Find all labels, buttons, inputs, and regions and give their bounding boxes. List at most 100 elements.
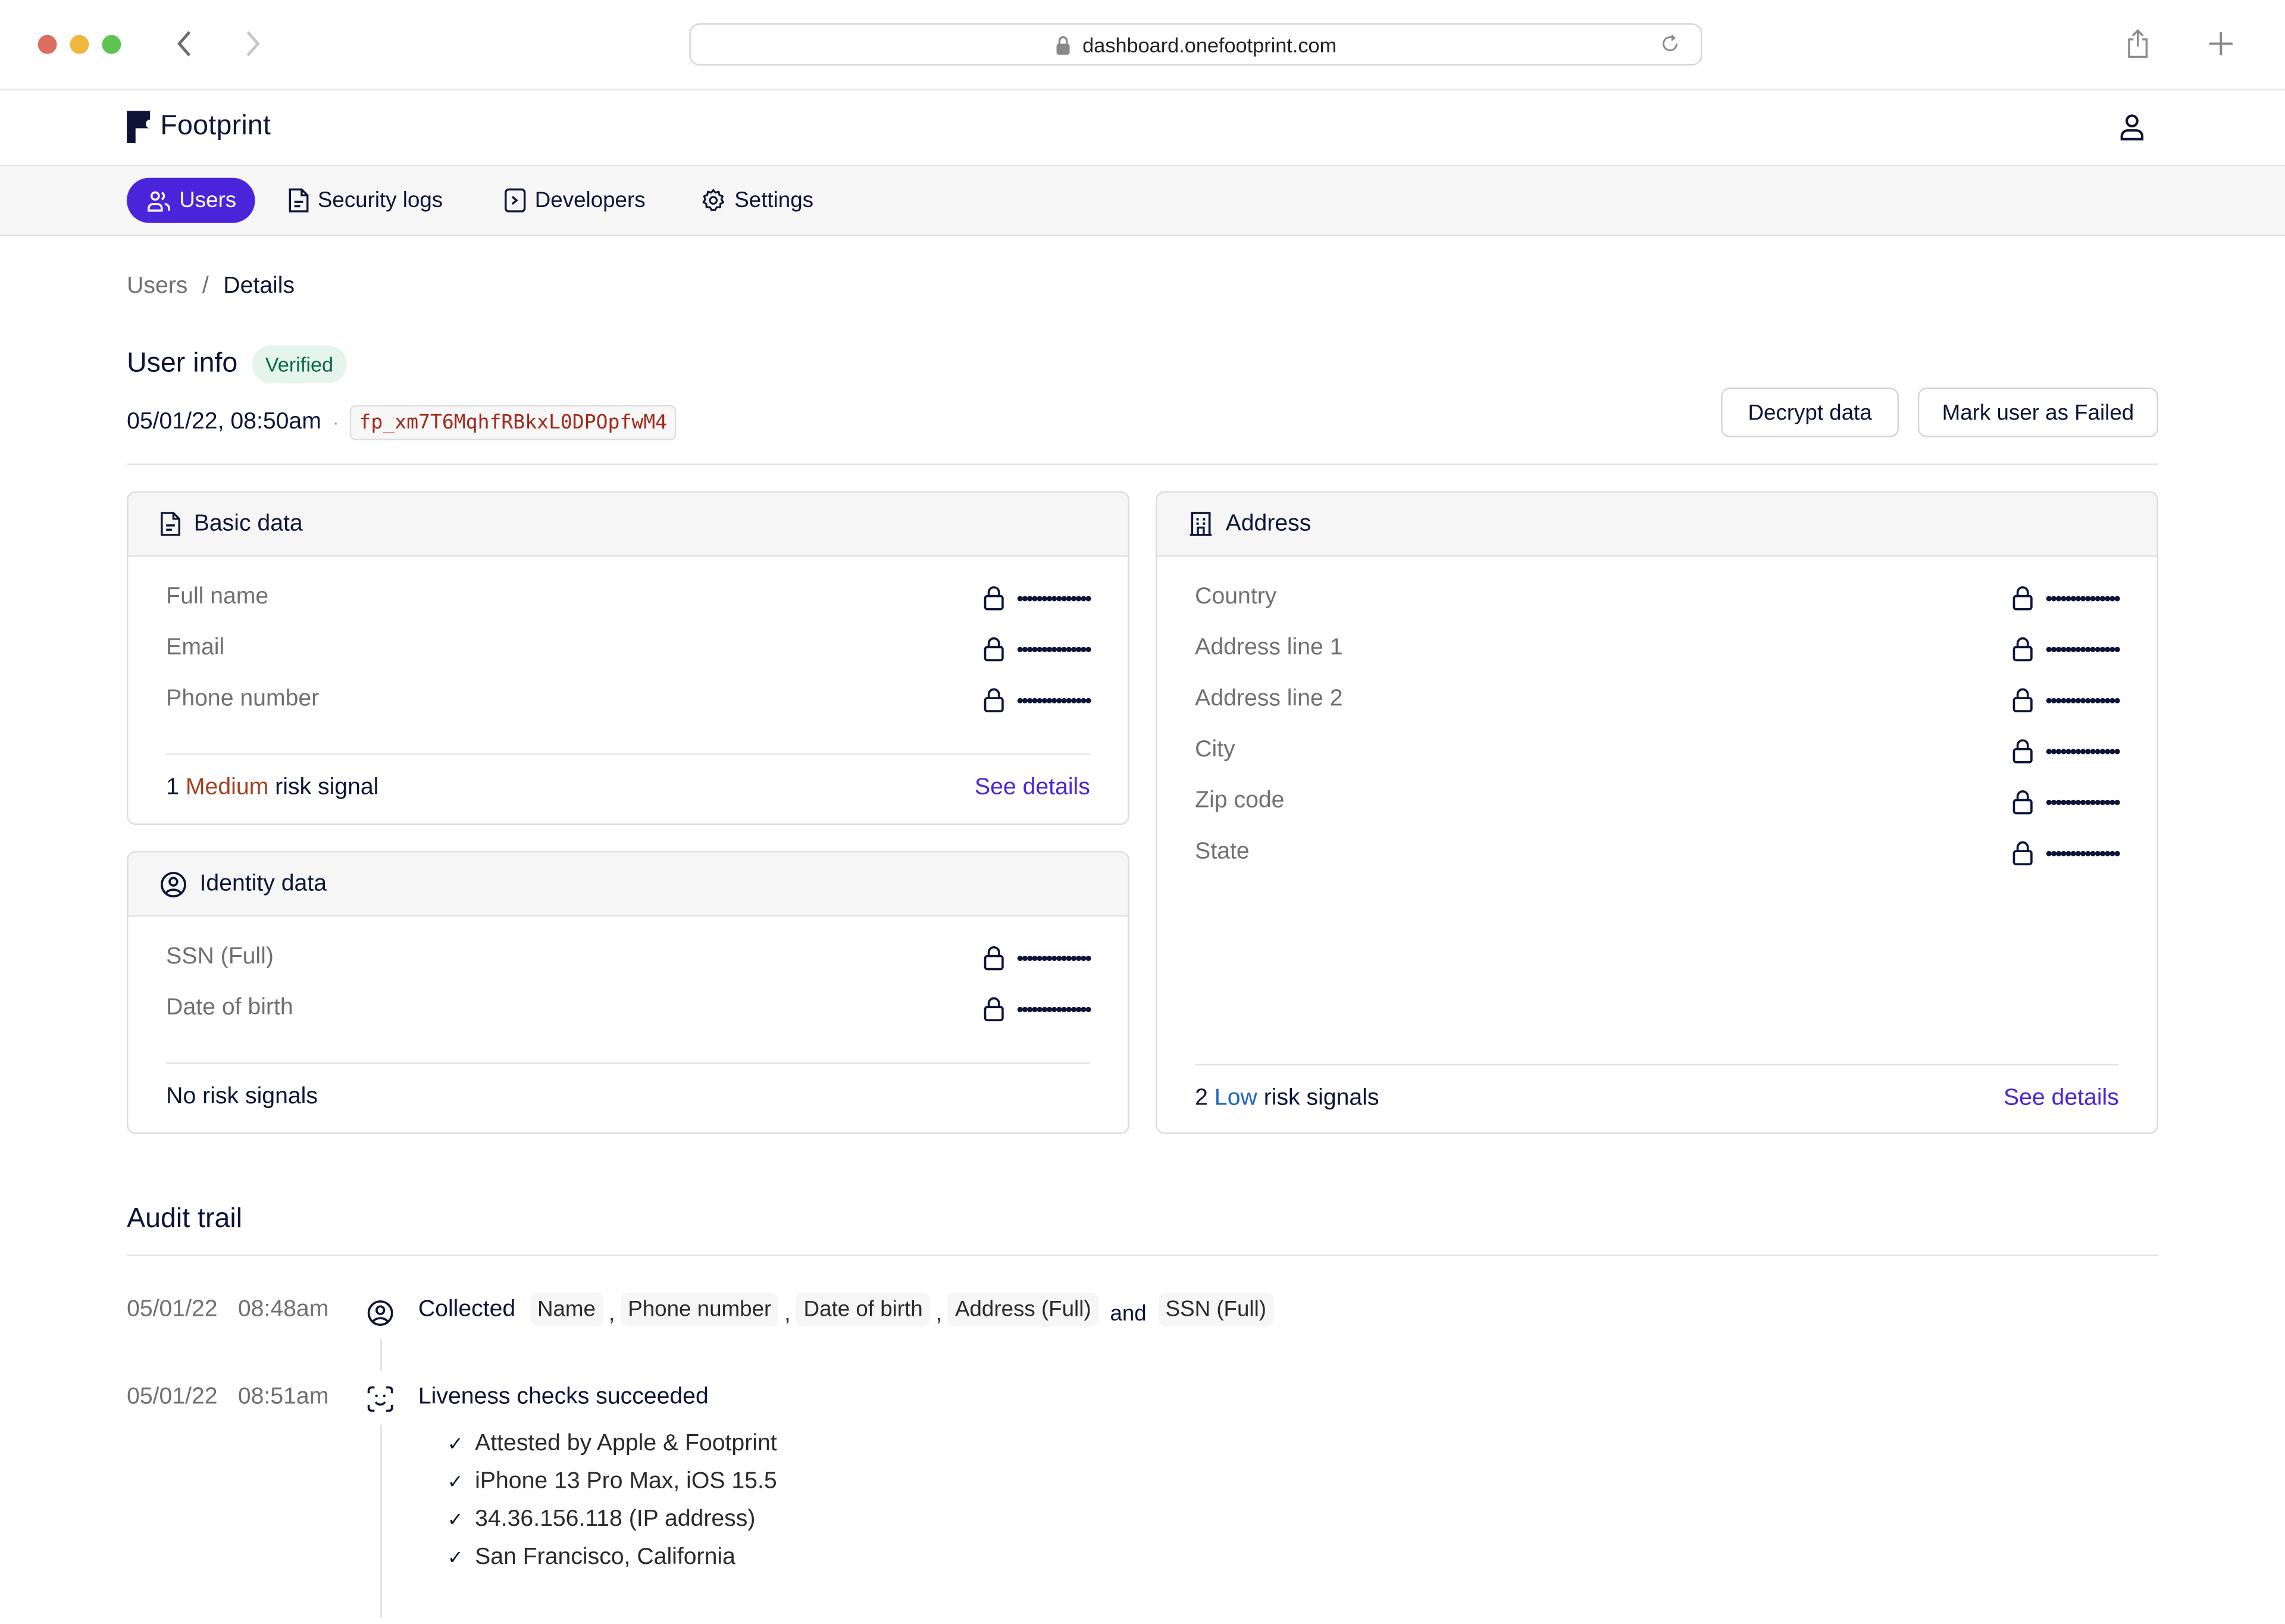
encrypted-value[interactable]: •••••••••••••••	[2012, 789, 2121, 814]
share-button[interactable]	[2125, 28, 2151, 67]
encrypted-value[interactable]: •••••••••••••••	[983, 687, 1092, 712]
event-title: Collected	[418, 1296, 516, 1322]
encrypted-value[interactable]: •••••••••••••••	[2012, 840, 2121, 865]
risk-summary: 1 Medium risk signal	[166, 775, 378, 802]
plus-icon	[2209, 32, 2233, 56]
event-title: Liveness checks succeeded	[418, 1384, 709, 1410]
nav-label: Security logs	[317, 187, 443, 213]
main-nav: Users Security logs Developers Settings	[0, 166, 2285, 236]
nav-item-security-logs[interactable]: Security logs	[289, 178, 443, 223]
divider	[166, 1062, 1090, 1064]
event-timestamp: 05/01/22 08:48am	[127, 1297, 328, 1323]
nav-item-users[interactable]: Users	[127, 177, 255, 223]
lock-icon	[2012, 789, 2033, 814]
event-time: 08:48am	[237, 1297, 329, 1322]
footprint-logo[interactable]: Footprint	[127, 111, 271, 143]
card-header: Identity data	[128, 852, 1128, 917]
event-icon	[367, 1386, 393, 1419]
check-item: ✓ Attested by Apple & Footprint	[447, 1425, 777, 1463]
encrypted-value[interactable]: •••••••••••••••	[983, 945, 1092, 970]
risk-level: Medium	[185, 775, 269, 800]
mark-failed-button[interactable]: Mark user as Failed	[1917, 387, 2158, 437]
field-label: Address line 2	[1195, 686, 1343, 712]
breadcrumb: Users / Details	[127, 274, 295, 300]
breadcrumb-separator: /	[202, 274, 209, 299]
close-window-button[interactable]	[37, 35, 57, 54]
risk-summary: No risk signals	[166, 1084, 318, 1109]
encrypted-value[interactable]: •••••••••••••••	[2012, 585, 2121, 610]
field-row: Zip code •••••••••••••••	[1195, 786, 2121, 818]
masked-value: •••••••••••••••	[2045, 739, 2121, 762]
reload-button[interactable]	[1660, 33, 1680, 58]
risk-summary: 2 Low risk signals	[1195, 1086, 1379, 1112]
encrypted-value[interactable]: •••••••••••••••	[983, 585, 1092, 610]
account-button[interactable]	[2117, 112, 2146, 149]
nav-item-developers[interactable]: Developers	[504, 178, 646, 223]
checkmark-icon: ✓	[447, 1508, 464, 1531]
field-label: Address line 1	[1195, 635, 1343, 661]
card-title: Address	[1225, 511, 1311, 536]
user-id[interactable]: fp_xm7T6MqhfRBkxL0DPOpfwM4	[350, 405, 676, 440]
browser-window: dashboard.onefootprint.com Footprint Use…	[0, 0, 2285, 1624]
timeline-connector	[380, 1339, 382, 1372]
encrypted-value[interactable]: •••••••••••••••	[2012, 687, 2121, 712]
lock-icon	[983, 636, 1004, 661]
user-meta: 05/01/22, 08:50am · fp_xm7T6MqhfRBkxL0DP…	[127, 405, 676, 440]
timeline-connector	[380, 1425, 382, 1618]
back-button[interactable]	[172, 26, 195, 68]
app-header: Footprint	[0, 90, 2285, 167]
encrypted-value[interactable]: •••••••••••••••	[2012, 636, 2121, 661]
check-item: ✓ iPhone 13 Pro Max, iOS 15.5	[447, 1463, 777, 1501]
event-time: 08:51am	[237, 1384, 329, 1410]
nav-item-settings[interactable]: Settings	[701, 178, 813, 223]
event-date: 05/01/22	[127, 1297, 218, 1322]
lock-icon	[983, 585, 1004, 610]
check-item: ✓ San Francisco, California	[447, 1539, 777, 1577]
forward-button[interactable]	[242, 26, 265, 68]
check-text: San Francisco, California	[475, 1544, 735, 1570]
encrypted-value[interactable]: •••••••••••••••	[983, 636, 1092, 661]
gear-icon	[702, 189, 724, 211]
field-row: Address line 2 •••••••••••••••	[1195, 684, 2121, 716]
file-icon	[289, 188, 309, 212]
masked-value: •••••••••••••••	[2045, 841, 2121, 864]
checkmark-icon: ✓	[447, 1470, 464, 1492]
maximize-window-button[interactable]	[102, 35, 121, 54]
chevron-right-icon	[246, 31, 260, 57]
check-item: ✓ 34.36.156.118 (IP address)	[447, 1501, 777, 1539]
face-id-icon	[367, 1386, 393, 1412]
lock-icon	[2012, 636, 2033, 661]
nav-label: Developers	[534, 187, 646, 213]
field-label: Zip code	[1195, 788, 1285, 813]
lock-icon	[983, 996, 1004, 1021]
created-timestamp: 05/01/22, 08:50am	[127, 409, 321, 434]
address-bar[interactable]: dashboard.onefootprint.com	[689, 23, 1702, 66]
encrypted-value[interactable]: •••••••••••••••	[2012, 738, 2121, 763]
risk-level: Low	[1214, 1085, 1257, 1111]
see-details-link[interactable]: See details	[975, 775, 1090, 802]
event-collected: Collected Name , Phone number , Date of …	[418, 1293, 1274, 1326]
user-circle-icon	[367, 1300, 393, 1326]
minimize-window-button[interactable]	[70, 35, 89, 54]
terminal-icon	[505, 188, 526, 212]
breadcrumb-current: Details	[223, 274, 295, 299]
users-icon	[148, 190, 170, 211]
see-details-link[interactable]: See details	[2004, 1086, 2119, 1112]
field-row: SSN (Full) •••••••••••••••	[166, 941, 1092, 974]
risk-suffix: risk signals	[1263, 1085, 1379, 1111]
file-icon	[161, 512, 180, 536]
field-row: Email •••••••••••••••	[166, 633, 1092, 665]
lock-icon	[983, 687, 1004, 712]
breadcrumb-users-link[interactable]: Users	[127, 274, 187, 300]
decrypt-data-button[interactable]: Decrypt data	[1721, 387, 1899, 437]
field-row: Address line 1 •••••••••••••••	[1195, 633, 2121, 665]
card-header: Address	[1157, 492, 2157, 557]
masked-value: •••••••••••••••	[2045, 586, 2121, 609]
liveness-checks-list: ✓ Attested by Apple & Footprint ✓ iPhone 1…	[447, 1425, 777, 1577]
field-row: Date of birth •••••••••••••••	[166, 993, 1092, 1025]
risk-count: 1	[166, 775, 179, 800]
nav-label: Users	[179, 187, 237, 213]
encrypted-value[interactable]: •••••••••••••••	[983, 996, 1092, 1021]
new-tab-button[interactable]	[2206, 29, 2236, 65]
field-label: Email	[166, 635, 225, 661]
